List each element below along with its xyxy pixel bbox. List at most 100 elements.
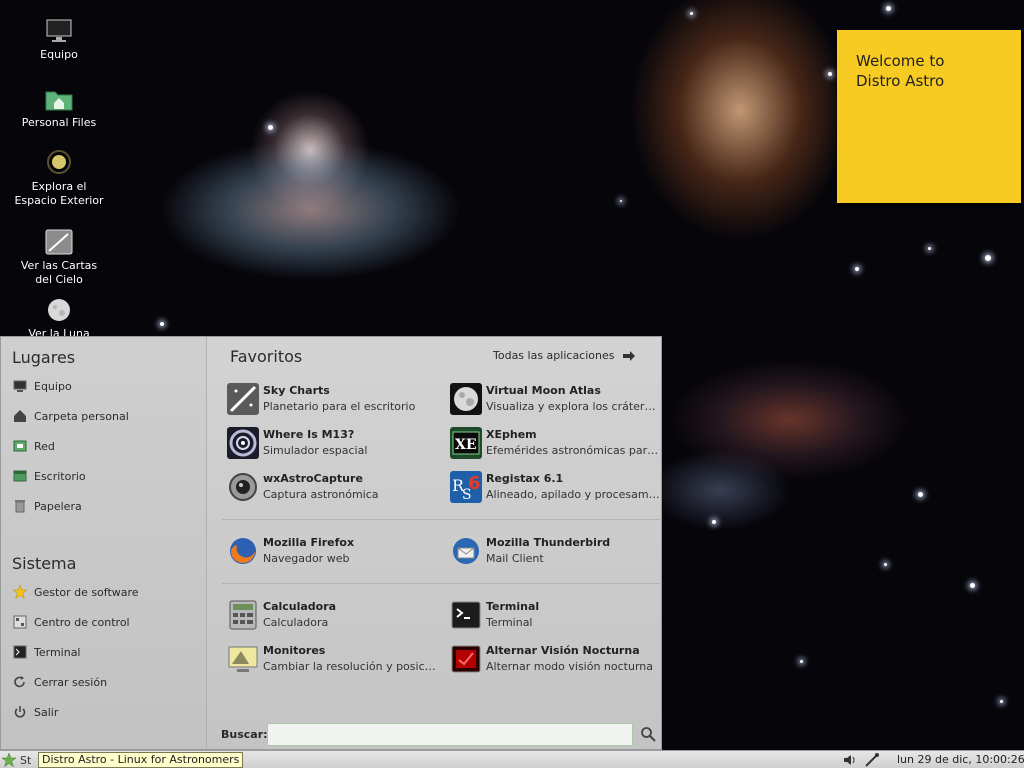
app-desc: Alternar modo visión nocturna bbox=[486, 660, 654, 673]
search-input[interactable] bbox=[267, 723, 633, 746]
volume-icon[interactable] bbox=[843, 753, 857, 767]
desktop-icon-personal-files[interactable]: Personal Files bbox=[8, 86, 110, 130]
desktop-icon-label: Ver las Cartas del Cielo bbox=[20, 259, 98, 286]
registax-icon: RS6 bbox=[450, 471, 482, 503]
search-icon[interactable] bbox=[640, 726, 656, 742]
webcam-icon bbox=[227, 471, 259, 503]
network-tray-icon[interactable] bbox=[864, 752, 880, 768]
system-item-label: Cerrar sesión bbox=[34, 675, 108, 689]
desktop-icon bbox=[13, 469, 27, 483]
app-where-is-m13[interactable]: Where Is M13? Simulador espacial bbox=[227, 425, 442, 461]
thunderbird-icon bbox=[450, 535, 482, 567]
system-item-label: Centro de control bbox=[34, 615, 130, 629]
app-name: wxAstroCapture bbox=[263, 472, 363, 485]
places-item-escritorio[interactable]: Escritorio bbox=[13, 466, 86, 486]
app-name: Calculadora bbox=[263, 600, 337, 613]
app-firefox[interactable]: Mozilla Firefox Navegador web bbox=[227, 533, 442, 569]
app-terminal[interactable]: Terminal Terminal bbox=[450, 597, 665, 633]
separator bbox=[222, 583, 662, 584]
galaxy-icon bbox=[227, 427, 259, 459]
desktop-icon-explora[interactable]: Explora el Espacio Exterior bbox=[8, 150, 110, 208]
system-item-control[interactable]: Centro de control bbox=[13, 612, 130, 632]
places-item-label: Carpeta personal bbox=[34, 409, 129, 423]
app-name: Sky Charts bbox=[263, 384, 330, 397]
app-virtual-moon-atlas[interactable]: Virtual Moon Atlas Visualiza y explora lo… bbox=[450, 381, 665, 417]
taskbar: St Distro Astro - Linux for Astronomers … bbox=[0, 750, 1024, 768]
terminal-icon bbox=[13, 645, 27, 659]
app-sky-charts[interactable]: Sky Charts Planetario para el escritorio bbox=[227, 381, 442, 417]
start-label: St bbox=[20, 753, 32, 767]
desktop-icon-luna[interactable]: Ver la Luna bbox=[8, 297, 110, 336]
places-item-red[interactable]: Red bbox=[13, 436, 55, 456]
network-icon bbox=[13, 439, 27, 453]
system-item-label: Gestor de software bbox=[34, 585, 139, 599]
app-calculadora[interactable]: Calculadora Calculadora bbox=[227, 597, 442, 633]
search-label: Buscar: bbox=[221, 728, 268, 741]
places-item-papelera[interactable]: Papelera bbox=[13, 496, 82, 516]
system-item-label: Salir bbox=[34, 705, 59, 719]
system-item-software[interactable]: Gestor de software bbox=[13, 582, 139, 602]
app-wxastrocapture[interactable]: wxAstroCapture Captura astronómica bbox=[227, 469, 442, 505]
home-folder-icon bbox=[45, 91, 73, 111]
desktop-icon-equipo[interactable]: Equipo bbox=[8, 18, 110, 62]
system-item-terminal[interactable]: Terminal bbox=[13, 642, 81, 662]
system-item-quit[interactable]: Salir bbox=[13, 702, 58, 722]
app-desc: Captura astronómica bbox=[263, 488, 379, 501]
sky-charts-icon bbox=[227, 383, 259, 415]
app-desc: Cambiar la resolución y posic… bbox=[263, 660, 436, 673]
desktop-icon-label: Personal Files bbox=[21, 116, 97, 129]
monitor-icon bbox=[13, 379, 27, 393]
all-apps-button[interactable]: Todas las aplicaciones bbox=[493, 349, 636, 362]
clock[interactable]: lun 29 de dic, 10:00:26 bbox=[897, 753, 1024, 766]
firefox-icon bbox=[227, 535, 259, 567]
app-xephem[interactable]: XE XEphem Efemérides astronómicas par… bbox=[450, 425, 665, 461]
app-desc: Calculadora bbox=[263, 616, 329, 629]
app-desc: Efemérides astronómicas par… bbox=[486, 444, 659, 457]
start-menu-button[interactable]: St bbox=[2, 752, 31, 768]
favorites-title: Favoritos bbox=[230, 347, 303, 366]
moon-atlas-icon bbox=[450, 383, 482, 415]
arrow-right-icon bbox=[623, 350, 636, 361]
places-item-equipo[interactable]: Equipo bbox=[13, 376, 72, 396]
display-icon bbox=[227, 643, 259, 675]
app-name: Mozilla Thunderbird bbox=[486, 536, 611, 549]
app-vision-nocturna[interactable]: Alternar Visión Nocturna Alternar modo vi… bbox=[450, 641, 665, 677]
xephem-icon: XE bbox=[450, 427, 482, 459]
all-apps-label: Todas las aplicaciones bbox=[493, 349, 615, 362]
app-monitores[interactable]: Monitores Cambiar la resolución y posic… bbox=[227, 641, 442, 677]
power-icon bbox=[13, 705, 27, 719]
logout-icon bbox=[13, 675, 27, 689]
app-desc: Terminal bbox=[486, 616, 533, 629]
app-name: Alternar Visión Nocturna bbox=[486, 644, 640, 657]
desktop-icon-label: Equipo bbox=[40, 48, 78, 61]
monitor-icon bbox=[46, 19, 72, 42]
places-title: Lugares bbox=[12, 348, 76, 367]
tooltip: Distro Astro - Linux for Astronomers bbox=[38, 752, 244, 768]
places-item-label: Equipo bbox=[34, 379, 72, 393]
desktop-icon-cartas[interactable]: Ver las Cartas del Cielo bbox=[8, 229, 110, 287]
app-name: Registax 6.1 bbox=[486, 472, 564, 485]
system-item-logout[interactable]: Cerrar sesión bbox=[13, 672, 107, 692]
places-pane: Lugares Equipo Carpeta personal Red Escr… bbox=[1, 337, 207, 749]
separator bbox=[222, 519, 662, 520]
app-desc: Alineado, apilado y procesam… bbox=[486, 488, 660, 501]
app-desc: Planetario para el escritorio bbox=[263, 400, 416, 413]
desktop-icon-label: Ver la Luna bbox=[28, 327, 90, 336]
system-item-label: Terminal bbox=[34, 645, 81, 659]
app-desc: Simulador espacial bbox=[263, 444, 368, 457]
application-menu: Lugares Equipo Carpeta personal Red Escr… bbox=[0, 336, 662, 750]
app-thunderbird[interactable]: Mozilla Thunderbird Mail Client bbox=[450, 533, 665, 569]
svg-text:6: 6 bbox=[468, 473, 481, 494]
sticky-note[interactable]: Welcome to Distro Astro bbox=[837, 30, 1021, 203]
space-icon bbox=[47, 150, 71, 174]
moon-icon bbox=[48, 299, 70, 321]
star-icon bbox=[2, 753, 16, 767]
system-title: Sistema bbox=[12, 554, 77, 573]
app-registax[interactable]: RS6 Registax 6.1 Alineado, apilado y proc… bbox=[450, 469, 665, 505]
star-icon bbox=[13, 585, 27, 599]
places-item-carpeta[interactable]: Carpeta personal bbox=[13, 406, 129, 426]
home-icon bbox=[13, 409, 27, 423]
places-item-label: Escritorio bbox=[34, 469, 86, 483]
places-item-label: Red bbox=[34, 439, 55, 453]
trash-icon bbox=[13, 499, 27, 513]
